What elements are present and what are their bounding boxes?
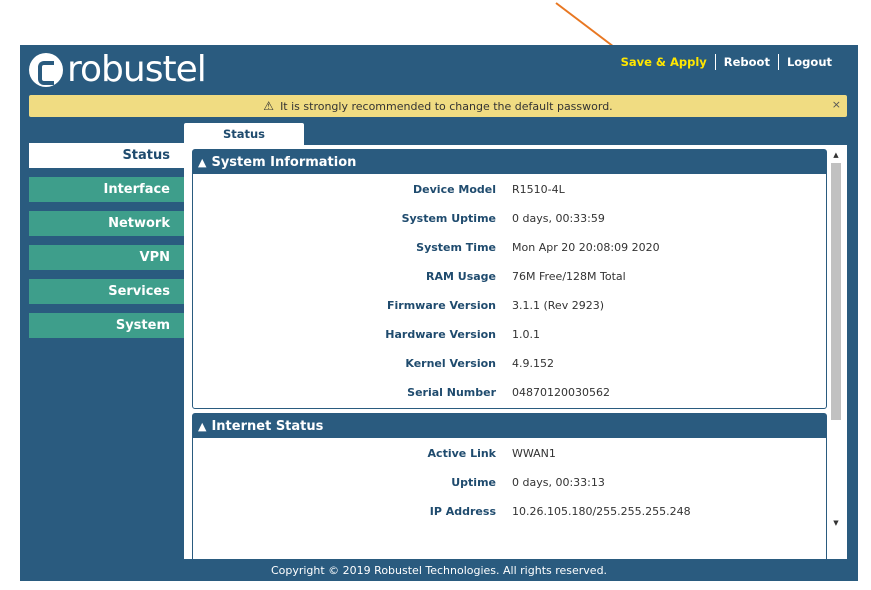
info-label: Device Model bbox=[413, 183, 496, 196]
info-row: RAM Usage 76M Free/128M Total bbox=[193, 270, 826, 286]
info-label: System Uptime bbox=[401, 212, 496, 225]
info-row: Firmware Version 3.1.1 (Rev 2923) bbox=[193, 299, 826, 315]
password-warning-banner: ⚠ It is strongly recommended to change t… bbox=[29, 95, 847, 117]
info-row: System Time Mon Apr 20 20:08:09 2020 bbox=[193, 241, 826, 257]
sidebar-item-interface[interactable]: Interface bbox=[29, 177, 184, 202]
info-label: Firmware Version bbox=[387, 299, 496, 312]
save-apply-link[interactable]: Save & Apply bbox=[613, 55, 715, 69]
info-value: 4.9.152 bbox=[512, 357, 554, 370]
info-label: Kernel Version bbox=[405, 357, 496, 370]
info-label: IP Address bbox=[429, 505, 496, 518]
warning-text: It is strongly recommended to change the… bbox=[280, 99, 613, 113]
internet-status-panel: ▲ Internet Status Active Link WWAN1 Upti… bbox=[192, 413, 827, 559]
sidebar-item-system[interactable]: System bbox=[29, 313, 184, 338]
info-row: Device Model R1510-4L bbox=[193, 183, 826, 199]
info-row: Kernel Version 4.9.152 bbox=[193, 357, 826, 373]
chevron-up-icon: ▲ bbox=[198, 155, 207, 169]
system-information-panel: ▲ System Information Device Model R1510-… bbox=[192, 149, 827, 409]
info-label: Active Link bbox=[427, 447, 496, 460]
tab-status[interactable]: Status bbox=[184, 123, 304, 145]
section-title: Internet Status bbox=[211, 418, 324, 434]
info-value: 10.26.105.180/255.255.255.248 bbox=[512, 505, 691, 518]
sidebar-item-services[interactable]: Services bbox=[29, 279, 184, 304]
internet-status-header[interactable]: ▲ Internet Status bbox=[193, 414, 826, 438]
info-row: Hardware Version 1.0.1 bbox=[193, 328, 826, 344]
info-value: 04870120030562 bbox=[512, 386, 610, 399]
app-frame: robustel Save & Apply Reboot Logout ⚠ It… bbox=[20, 45, 858, 581]
warning-triangle-icon: ⚠ bbox=[263, 99, 275, 113]
info-label: RAM Usage bbox=[426, 270, 496, 283]
section-title: System Information bbox=[211, 154, 357, 170]
top-nav: Save & Apply Reboot Logout bbox=[613, 54, 840, 70]
info-label: System Time bbox=[416, 241, 496, 254]
reboot-link[interactable]: Reboot bbox=[716, 55, 778, 69]
info-row: IP Address 10.26.105.180/255.255.255.248 bbox=[193, 505, 826, 521]
divider bbox=[200, 580, 858, 581]
info-row: Serial Number 04870120030562 bbox=[193, 386, 826, 402]
info-value: 1.0.1 bbox=[512, 328, 540, 341]
scroll-down-icon[interactable]: ▼ bbox=[829, 517, 843, 529]
sidebar-item-status[interactable]: Status bbox=[29, 143, 184, 168]
content-scrollbar[interactable]: ▲ ▼ bbox=[829, 149, 843, 529]
info-value: Mon Apr 20 20:08:09 2020 bbox=[512, 241, 660, 254]
scrollbar-thumb[interactable] bbox=[831, 163, 841, 420]
robustel-logo: robustel bbox=[29, 49, 207, 90]
info-row: Uptime 0 days, 00:33:13 bbox=[193, 476, 826, 492]
info-label: Uptime bbox=[451, 476, 496, 489]
info-value: WWAN1 bbox=[512, 447, 556, 460]
logo-mark-icon bbox=[29, 53, 63, 87]
system-information-header[interactable]: ▲ System Information bbox=[193, 150, 826, 174]
logo-text: robustel bbox=[67, 49, 207, 90]
sidebar: Status Interface Network VPN Services Sy… bbox=[29, 143, 184, 347]
close-icon[interactable]: × bbox=[832, 98, 841, 111]
info-value: R1510-4L bbox=[512, 183, 565, 196]
sidebar-item-vpn[interactable]: VPN bbox=[29, 245, 184, 270]
info-row: System Uptime 0 days, 00:33:59 bbox=[193, 212, 826, 228]
info-value: 0 days, 00:33:59 bbox=[512, 212, 605, 225]
main-content: ▲ System Information Device Model R1510-… bbox=[184, 145, 847, 559]
info-value: 3.1.1 (Rev 2923) bbox=[512, 299, 604, 312]
sidebar-item-network[interactable]: Network bbox=[29, 211, 184, 236]
info-label: Hardware Version bbox=[385, 328, 496, 341]
chevron-up-icon: ▲ bbox=[198, 419, 207, 433]
info-value: 0 days, 00:33:13 bbox=[512, 476, 605, 489]
info-label: Serial Number bbox=[407, 386, 496, 399]
tab-bar: Status bbox=[184, 123, 304, 145]
info-value: 76M Free/128M Total bbox=[512, 270, 626, 283]
scroll-up-icon[interactable]: ▲ bbox=[829, 149, 843, 161]
logout-link[interactable]: Logout bbox=[779, 55, 840, 69]
footer-copyright: Copyright © 2019 Robustel Technologies. … bbox=[270, 563, 608, 577]
info-row: Active Link WWAN1 bbox=[193, 447, 826, 463]
